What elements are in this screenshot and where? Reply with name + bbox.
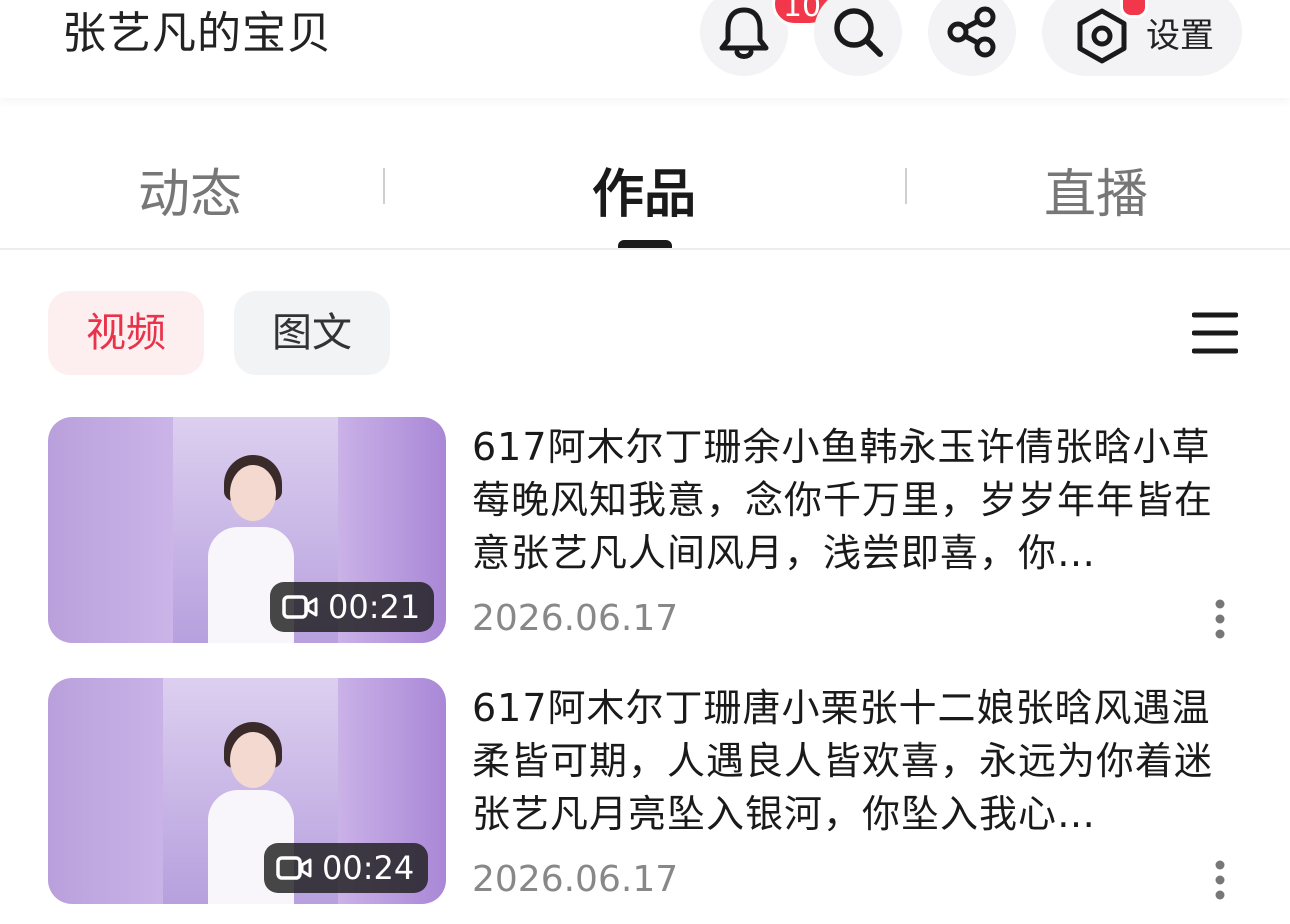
tabs-divider-line <box>0 248 1290 250</box>
video-date: 2026.06.17 <box>472 598 679 639</box>
video-title[interactable]: 617阿木尔丁珊余小鱼韩永玉许倩张晗小草莓晚风知我意，念你千万里，岁岁年年皆在意… <box>472 421 1232 580</box>
search-button[interactable] <box>814 0 902 76</box>
tab-works[interactable]: 作品 <box>592 162 696 228</box>
tab-dynamics[interactable]: 动态 <box>138 162 242 228</box>
tab-live[interactable]: 直播 <box>1044 162 1148 228</box>
bell-icon <box>719 7 769 59</box>
active-tab-indicator <box>618 240 672 248</box>
video-title[interactable]: 617阿木尔丁珊唐小栗张十二娘张晗风遇温柔皆可期，人遇良人皆欢喜，永远为你着迷张… <box>472 682 1232 841</box>
top-bar: 张艺凡的宝贝 10 设置 <box>0 0 1290 98</box>
share-button[interactable] <box>928 0 1016 76</box>
settings-button[interactable]: 设置 <box>1042 0 1242 76</box>
filter-chip-image-text[interactable]: 图文 <box>234 291 390 375</box>
video-camera-icon <box>276 856 312 880</box>
video-item[interactable]: 00:21 617阿木尔丁珊余小鱼韩永玉许倩张晗小草莓晚风知我意，念你千万里，岁… <box>0 417 1290 643</box>
filter-chip-video[interactable]: 视频 <box>48 291 204 375</box>
video-date: 2026.06.17 <box>472 859 679 900</box>
more-options-icon[interactable] <box>1208 860 1232 900</box>
tab-divider <box>383 168 385 204</box>
page-title: 张艺凡的宝贝 <box>62 8 332 59</box>
settings-label: 设置 <box>1146 16 1214 56</box>
video-camera-icon <box>282 595 318 619</box>
video-item[interactable]: 00:24 617阿木尔丁珊唐小栗张十二娘张晗风遇温柔皆可期，人遇良人皆欢喜，永… <box>0 678 1290 904</box>
duration-text: 00:24 <box>322 849 415 887</box>
search-icon <box>834 8 883 57</box>
more-options-icon[interactable] <box>1208 599 1232 639</box>
share-icon <box>947 6 996 58</box>
menu-icon[interactable] <box>1192 310 1238 356</box>
duration-text: 00:21 <box>328 588 421 626</box>
video-duration: 00:21 <box>270 582 435 632</box>
video-duration: 00:24 <box>264 843 429 893</box>
video-thumbnail[interactable]: 00:24 <box>48 678 446 904</box>
tab-divider <box>905 168 907 204</box>
video-thumbnail[interactable]: 00:21 <box>48 417 446 643</box>
settings-red-dot <box>1120 0 1148 18</box>
content-tabs: 动态 作品 直播 <box>0 150 1290 248</box>
